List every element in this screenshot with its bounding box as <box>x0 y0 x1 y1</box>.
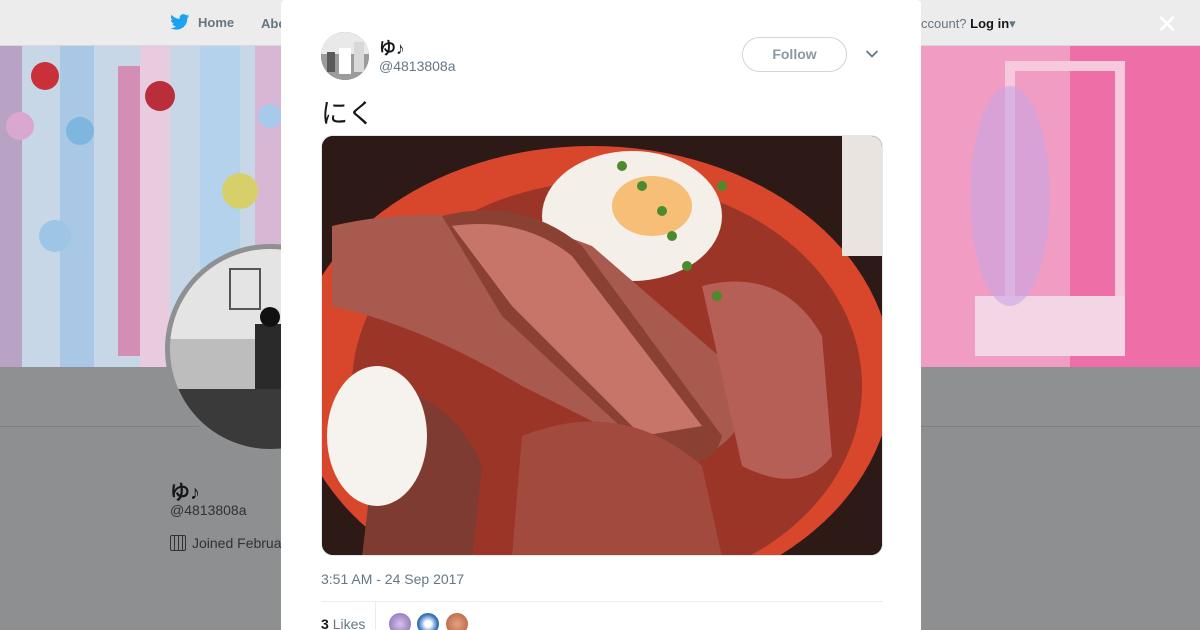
liker-avatar[interactable] <box>445 612 469 630</box>
likes-label: Likes <box>332 616 366 630</box>
likes-count[interactable]: 3 Likes <box>321 616 365 630</box>
tweet-modal: ゆ♪ @4813808a Follow にく 3:51 AM - 24 Sep … <box>281 0 921 630</box>
tweet-author-avatar[interactable] <box>321 32 369 80</box>
follow-button[interactable]: Follow <box>742 37 847 72</box>
profile-joined-text: Joined Februa <box>192 535 282 551</box>
tweet-author-name[interactable]: ゆ♪ <box>379 34 405 59</box>
login-button[interactable]: Log in <box>970 16 1009 31</box>
twitter-bird-icon <box>170 14 190 30</box>
nav-home-label: Home <box>198 14 235 30</box>
likes-number: 3 <box>321 616 329 630</box>
tweet-photo-image <box>322 136 882 555</box>
login-caret-icon[interactable]: ▾ <box>1009 16 1016 31</box>
tweet-photo[interactable] <box>321 135 883 556</box>
tweet-text: にく <box>321 99 375 130</box>
stats-vertical-divider <box>375 602 376 630</box>
account-prompt: ccount? Log in▾ <box>921 16 1016 32</box>
tweet-author-handle[interactable]: @4813808a <box>379 58 456 74</box>
close-icon[interactable]: ✕ <box>1155 11 1179 37</box>
calendar-icon <box>170 535 186 551</box>
stats-divider <box>321 601 883 602</box>
profile-name: ゆ♪ <box>170 482 200 504</box>
tweet-author-avatar-image <box>321 32 369 80</box>
profile-handle: @4813808a <box>170 502 247 518</box>
nav-home-link[interactable]: Home <box>170 14 234 30</box>
liker-avatar[interactable] <box>388 612 412 630</box>
tweet-timestamp[interactable]: 3:51 AM - 24 Sep 2017 <box>321 571 464 587</box>
profile-joined: Joined Februa <box>170 535 282 551</box>
account-prompt-text: ccount? <box>921 16 967 31</box>
chevron-down-icon[interactable] <box>864 46 880 62</box>
liker-avatar[interactable] <box>416 612 440 630</box>
